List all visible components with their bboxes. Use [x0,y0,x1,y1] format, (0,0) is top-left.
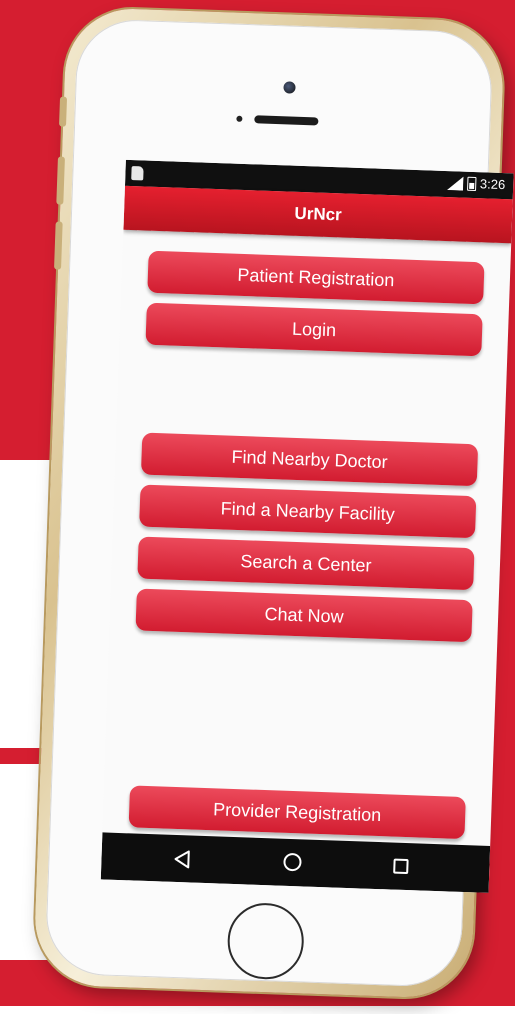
find-nearby-facility-button[interactable]: Find a Nearby Facility [139,484,477,539]
home-icon[interactable] [283,852,302,872]
phone-body: 3:26 UrNcr Patient Registration Login Fi… [33,6,514,1000]
provider-registration-button[interactable]: Provider Registration [128,785,466,840]
patient-registration-button[interactable]: Patient Registration [147,250,485,305]
search-center-button[interactable]: Search a Center [137,536,475,591]
phone-face: 3:26 UrNcr Patient Registration Login Fi… [44,18,514,989]
proximity-sensor [236,115,243,122]
mute-switch [59,96,68,127]
earpiece-speaker [254,115,319,126]
find-nearby-doctor-button[interactable]: Find Nearby Doctor [140,432,479,487]
battery-icon [466,176,477,191]
signal-icon [446,176,464,191]
status-time: 3:26 [479,176,506,193]
volume-down-button [54,221,63,270]
sim-card-icon [131,166,144,181]
status-indicators: 3:26 [446,175,506,193]
phone-mockup: 3:26 UrNcr Patient Registration Login Fi… [0,0,515,1014]
volume-up-button [56,156,65,205]
home-button[interactable] [226,901,306,981]
front-camera-icon [283,81,296,94]
recent-apps-icon[interactable] [393,858,409,875]
chat-now-button[interactable]: Chat Now [135,588,473,643]
system-nav-bar [100,832,491,893]
login-button[interactable]: Login [145,302,483,357]
back-icon[interactable] [173,850,192,869]
app-title: UrNcr [294,203,343,225]
app-screen: 3:26 UrNcr Patient Registration Login Fi… [100,159,514,893]
